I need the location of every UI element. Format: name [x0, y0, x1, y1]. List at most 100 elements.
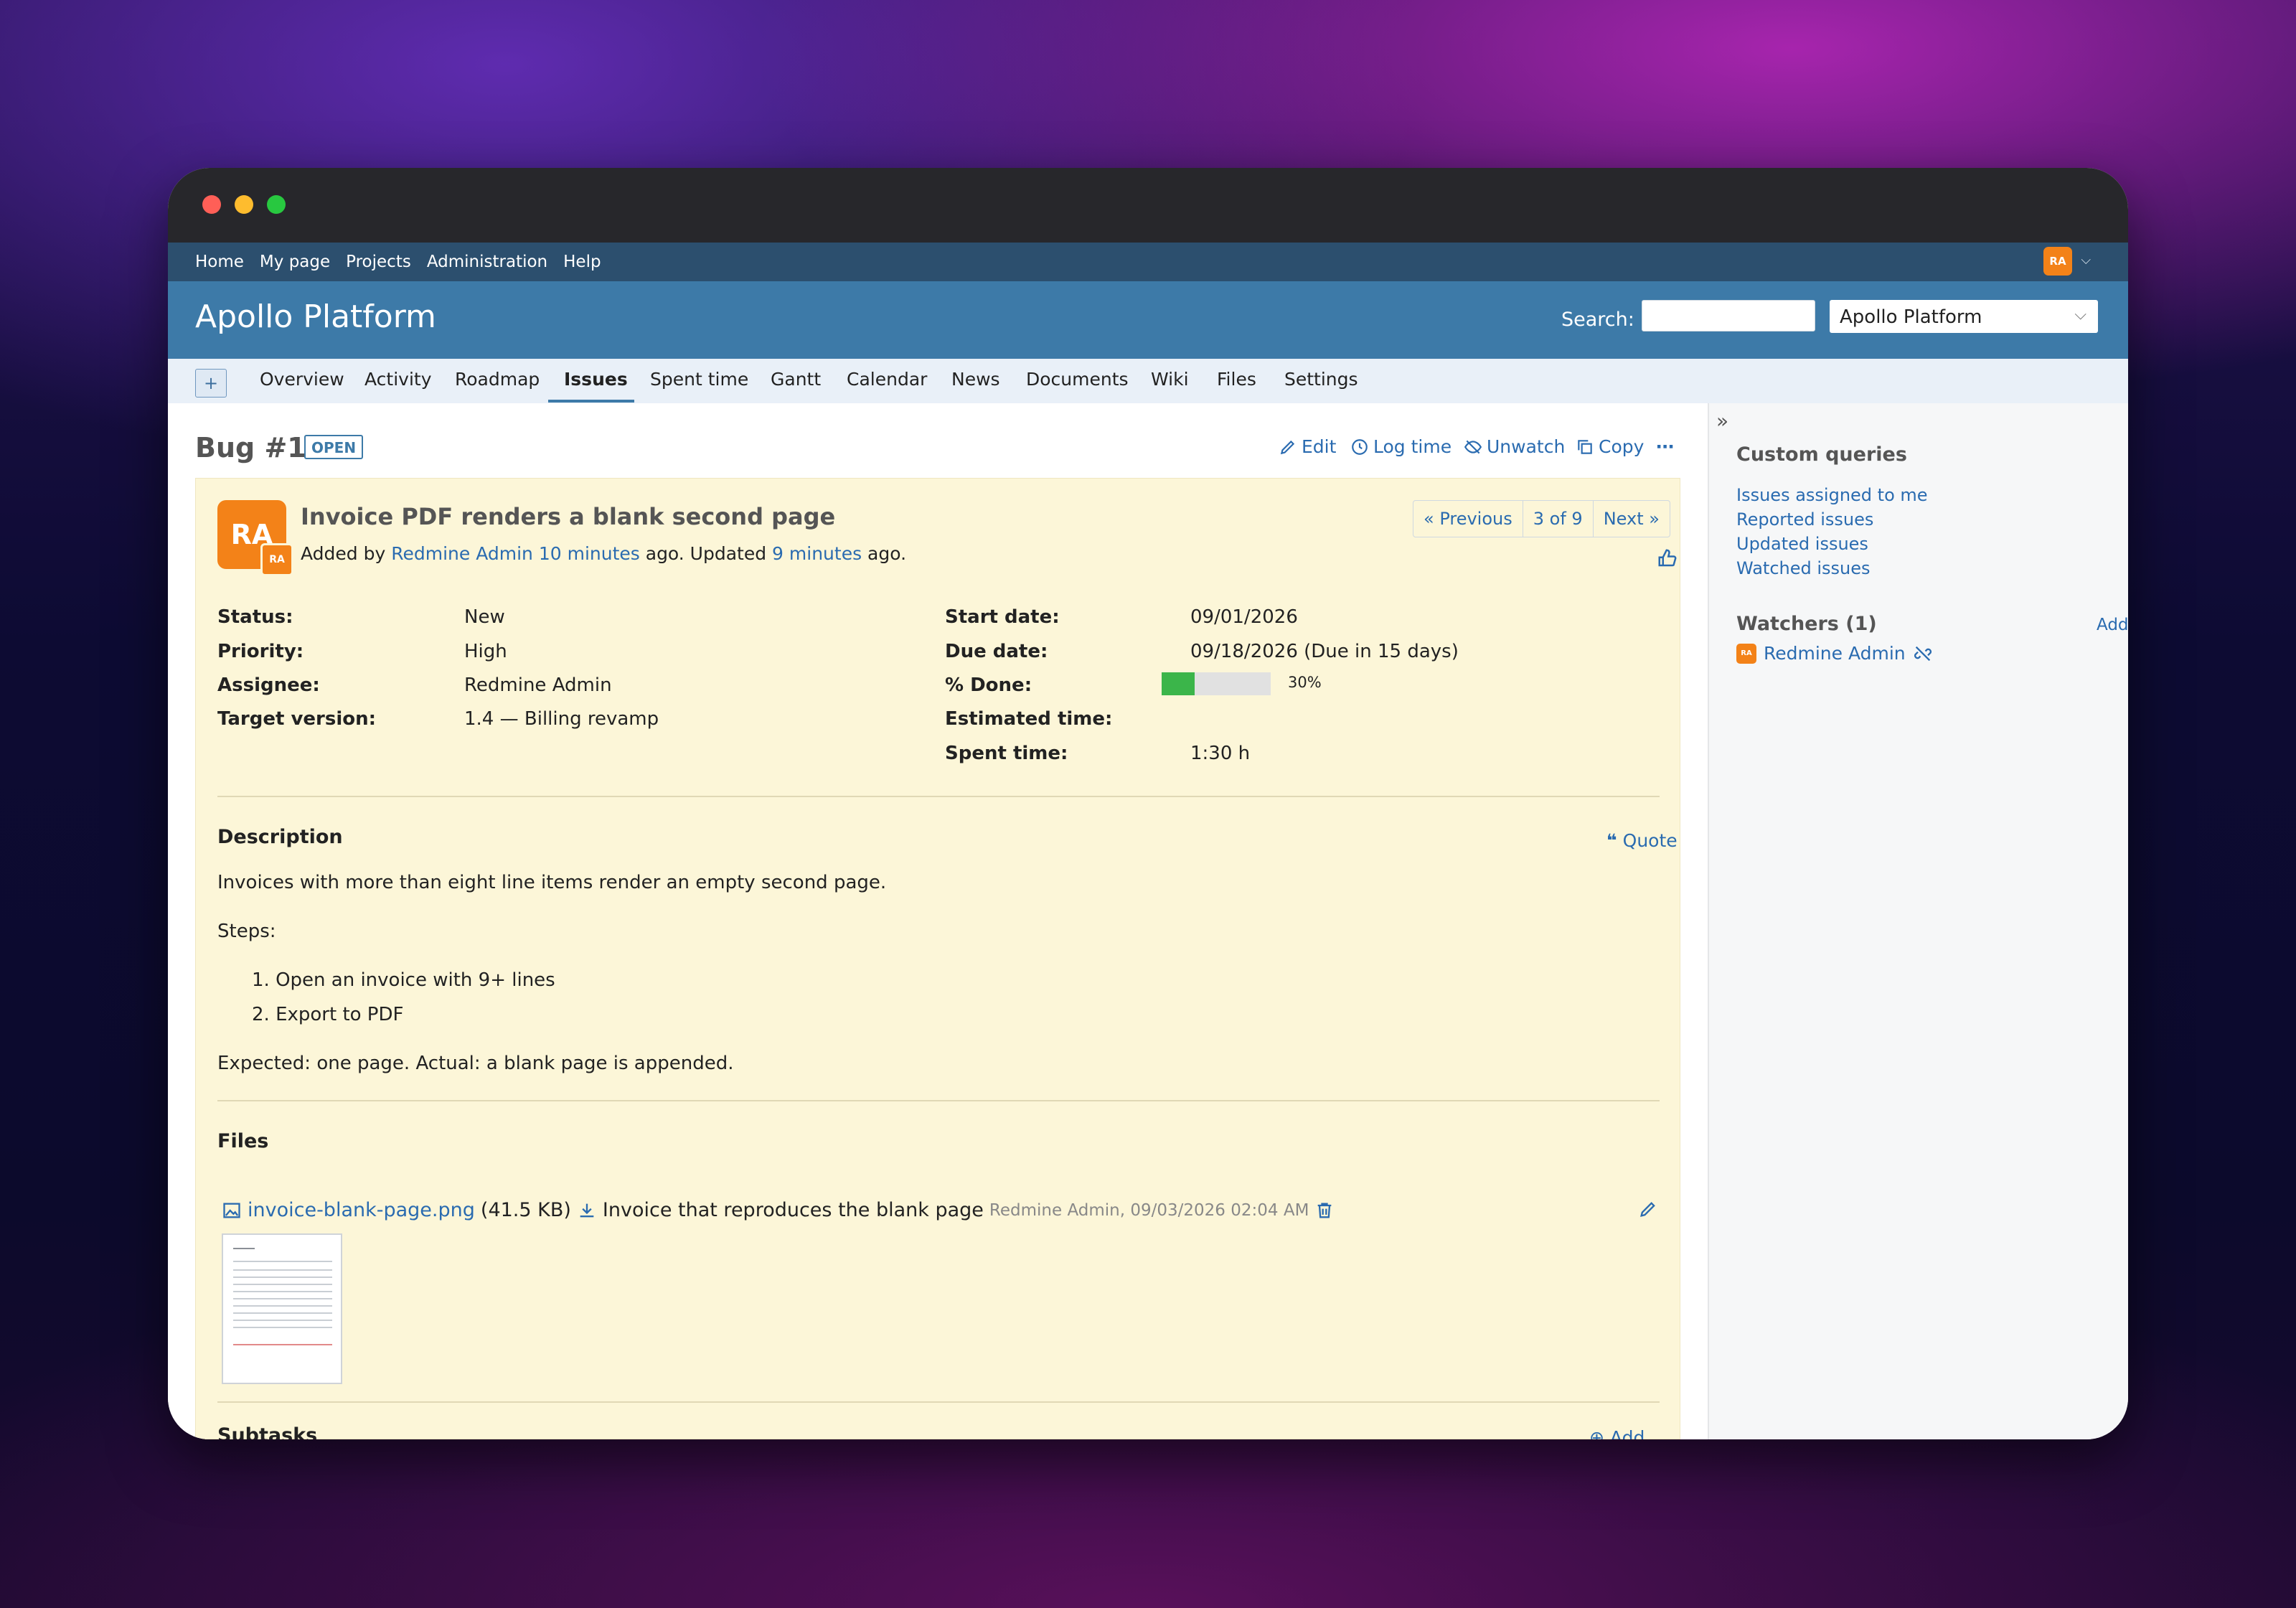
- query-link[interactable]: Reported issues: [1736, 509, 1873, 530]
- plus-circle-icon: ⊕: [1589, 1427, 1604, 1439]
- tab-calendar[interactable]: Calendar: [847, 369, 927, 390]
- priority-value: High: [464, 641, 507, 662]
- tab-activity[interactable]: Activity: [364, 369, 432, 390]
- updated-text: ago. Updated: [639, 543, 773, 564]
- tab-documents[interactable]: Documents: [1026, 369, 1129, 390]
- edit-button[interactable]: Edit: [1279, 436, 1336, 457]
- download-icon[interactable]: [577, 1200, 597, 1221]
- thumbnail-line: [233, 1312, 332, 1314]
- window-titlebar: [168, 168, 2128, 243]
- add-watcher-link[interactable]: Add: [2097, 616, 2128, 634]
- start-date-value: 09/01/2026: [1190, 606, 1298, 628]
- project-header: Apollo Platform Search: Apollo Platform …: [168, 281, 2128, 359]
- collapse-sidebar-icon[interactable]: »: [1716, 409, 1728, 433]
- done-progress-bar: [1162, 672, 1271, 695]
- unwatch-button[interactable]: Unwatch: [1464, 436, 1565, 457]
- tab-gantt[interactable]: Gantt: [771, 369, 821, 390]
- author-link[interactable]: Redmine Admin: [391, 543, 533, 564]
- search-label: Search:: [1561, 309, 1634, 331]
- status-badge: OPEN: [304, 435, 364, 459]
- added-by-prefix: Added by: [301, 543, 392, 564]
- priority-label: Priority:: [217, 641, 304, 662]
- done-ratio-value: 30%: [1288, 674, 1322, 691]
- top-menu-help[interactable]: Help: [563, 253, 601, 271]
- due-date-value: 09/18/2026 (Due in 15 days): [1190, 641, 1459, 662]
- project-jump-select[interactable]: Apollo Platform ⌵: [1830, 300, 2098, 333]
- tab-roadmap[interactable]: Roadmap: [455, 369, 540, 390]
- top-menu-my-page[interactable]: My page: [260, 253, 330, 271]
- thumbnail-line: [233, 1261, 332, 1262]
- attachment-meta: Redmine Admin, 09/03/2026 02:04 AM: [989, 1200, 1309, 1220]
- watcher-avatar: RA: [1736, 643, 1756, 664]
- spent-time-link[interactable]: 1:30 h: [1190, 743, 1250, 764]
- query-link[interactable]: Updated issues: [1736, 534, 1868, 554]
- edit-label: Edit: [1302, 436, 1337, 457]
- tab-spent-time[interactable]: Spent time: [650, 369, 748, 390]
- close-window-button[interactable]: [202, 195, 221, 214]
- updated-time-link[interactable]: 9 minutes: [772, 543, 862, 564]
- files-title: Files: [217, 1130, 269, 1152]
- top-menu-administration[interactable]: Administration: [427, 253, 547, 271]
- start-date-label: Start date:: [945, 606, 1060, 628]
- clock-icon: [1352, 438, 1368, 455]
- previous-issue-link[interactable]: « Previous: [1413, 501, 1523, 537]
- pencil-icon[interactable]: [1638, 1199, 1658, 1222]
- description-step: 2. Export to PDF: [252, 1004, 404, 1025]
- copy-button[interactable]: Copy: [1576, 436, 1644, 457]
- estimated-time-label: Estimated time:: [945, 708, 1113, 730]
- minimize-window-button[interactable]: [235, 195, 253, 214]
- tab-news[interactable]: News: [951, 369, 1000, 390]
- ago-suffix: ago.: [862, 543, 907, 564]
- chevron-down-icon[interactable]: ⌵: [2081, 253, 2091, 268]
- tab-issues[interactable]: Issues: [564, 369, 628, 390]
- thumbnail-line: [233, 1305, 332, 1307]
- assignee-label: Assignee:: [217, 674, 320, 696]
- thumbnail-line: [233, 1276, 332, 1278]
- attachment-thumbnail[interactable]: [222, 1233, 342, 1384]
- issue-details-panel: RA RA Invoice PDF renders a blank second…: [195, 478, 1680, 1439]
- description-steps-label: Steps:: [217, 921, 276, 942]
- search-input[interactable]: [1642, 300, 1815, 332]
- new-object-button[interactable]: +: [195, 369, 227, 398]
- issue-heading: Bug #1: [195, 432, 306, 464]
- top-menu: Home My page Projects Administration Hel…: [168, 243, 2128, 281]
- author-avatar-badge: RA: [260, 543, 293, 576]
- top-menu-projects[interactable]: Projects: [346, 253, 411, 271]
- unwatch-label: Unwatch: [1487, 436, 1566, 457]
- subtasks-title: Subtasks: [217, 1424, 318, 1439]
- attachment-size: (41.5 KB): [480, 1199, 571, 1221]
- thumbnail-line: [233, 1284, 332, 1285]
- target-version-link[interactable]: 1.4 — Billing revamp: [464, 708, 659, 730]
- log-time-button[interactable]: Log time: [1350, 436, 1452, 457]
- tab-overview[interactable]: Overview: [260, 369, 344, 390]
- query-link[interactable]: Watched issues: [1736, 558, 1871, 578]
- target-version-label: Target version:: [217, 708, 377, 730]
- tab-files[interactable]: Files: [1217, 369, 1256, 390]
- thumbs-up-icon[interactable]: [1657, 547, 1678, 574]
- thumbnail-line: [233, 1320, 332, 1321]
- tab-wiki[interactable]: Wiki: [1151, 369, 1189, 390]
- tab-settings[interactable]: Settings: [1284, 369, 1358, 390]
- quote-button[interactable]: ❝ Quote: [1606, 830, 1678, 851]
- top-menu-home[interactable]: Home: [195, 253, 244, 271]
- done-ratio-label: % Done:: [945, 674, 1032, 696]
- next-issue-link[interactable]: Next »: [1594, 501, 1670, 537]
- unlink-icon[interactable]: [1913, 644, 1933, 664]
- attachment-link[interactable]: invoice-blank-page.png: [248, 1199, 475, 1221]
- maximize-window-button[interactable]: [267, 195, 286, 214]
- issue-pager: « Previous 3 of 9 Next »: [1413, 500, 1670, 537]
- image-file-icon: [223, 1203, 240, 1218]
- issue-byline: Added by Redmine Admin 10 minutes ago. U…: [301, 543, 906, 564]
- thumbnail-line: [233, 1298, 332, 1299]
- more-actions-button[interactable]: ⋯: [1656, 436, 1674, 457]
- watcher-link[interactable]: Redmine Admin: [1764, 643, 1906, 664]
- description-title: Description: [217, 826, 343, 848]
- assignee-link[interactable]: Redmine Admin: [464, 674, 612, 696]
- add-subtask-button[interactable]: ⊕ Add: [1589, 1427, 1645, 1439]
- user-avatar[interactable]: RA: [2043, 247, 2072, 276]
- query-link[interactable]: Issues assigned to me: [1736, 485, 1928, 505]
- attachment-description: Invoice that reproduces the blank page: [602, 1199, 984, 1221]
- created-time-link[interactable]: 10 minutes: [539, 543, 640, 564]
- trash-icon[interactable]: [1314, 1200, 1335, 1221]
- issue-position[interactable]: 3 of 9: [1523, 501, 1594, 537]
